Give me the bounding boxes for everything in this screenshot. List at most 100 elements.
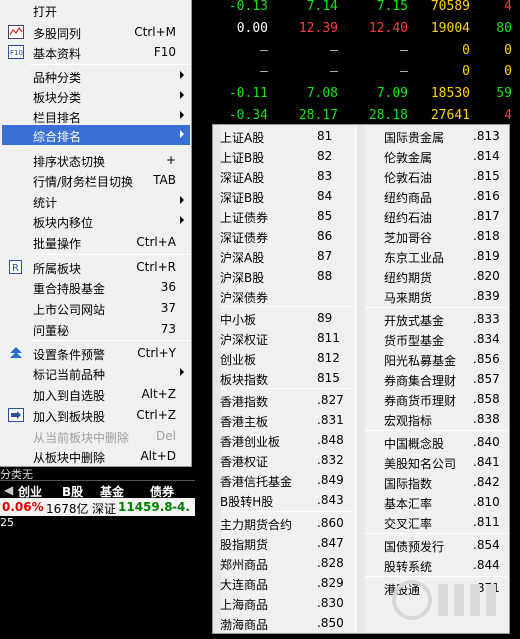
quote-volume: 0 [462, 43, 470, 58]
add-block-icon [8, 408, 24, 422]
menu-item-ask-secretary[interactable]: 问董秘 73 [2, 319, 190, 339]
rank-item-hk-warrant[interactable]: 香港权证 .832 [213, 450, 355, 470]
menu-separator [30, 147, 190, 148]
quote-row[interactable]: -0.13 7.14 7.15 70589 4 [195, 0, 520, 17]
quote-change: 0.00 [236, 21, 268, 36]
rank-item-ldn-metal[interactable]: 伦敦金属 .814 [377, 146, 507, 166]
menu-separator [30, 254, 190, 255]
menu-item-move-in-sector[interactable]: 板块内移位 [2, 211, 190, 231]
rank-item-b-to-h[interactable]: B股转H股 .843 [213, 490, 355, 510]
svg-text:R: R [12, 263, 19, 274]
rank-item-china-concept[interactable]: 中国概念股 .840 [377, 432, 507, 452]
rank-item-dalian[interactable]: 大连商品 .829 [213, 573, 355, 593]
rank-item-sh-b[interactable]: 上证B股 82 [213, 146, 355, 166]
status-index-value: 11459.8 [118, 500, 173, 514]
rank-item-basic-fx[interactable]: 基本汇率 .810 [377, 492, 507, 512]
rank-item-sh-a[interactable]: 上证A股 81 [213, 126, 355, 146]
menu-item-add-watchlist[interactable]: 加入到自选股 Alt+Z [2, 384, 190, 404]
rank-item-hs-a[interactable]: 沪深A股 87 [213, 246, 355, 266]
rank-item-open-fund[interactable]: 开放式基金 .833 [377, 309, 507, 329]
rank-item-warrant[interactable]: 沪深权证 811 [213, 328, 355, 348]
rank-item-ldn-oil[interactable]: 伦敦石油 .815 [377, 166, 507, 186]
quote-current: 4 [504, 108, 512, 123]
rank-item-gem[interactable]: 创业板 812 [213, 348, 355, 368]
menu-separator [365, 533, 507, 534]
quote-volume: 19004 [430, 21, 470, 36]
menu-item-basic-info[interactable]: F10 基本资料 F10 [2, 42, 190, 62]
menu-item-remove-current-sector[interactable]: 从当前板块中删除 Del [2, 426, 190, 446]
rank-item-sz-bond[interactable]: 深证债券 86 [213, 226, 355, 246]
rank-item-hk-trust[interactable]: 香港信托基金 .849 [213, 470, 355, 490]
rank-item-ny-futures[interactable]: 纽约期货 .820 [377, 266, 507, 286]
rank-item-malaysia-futures[interactable]: 马来期货 .839 [377, 286, 507, 306]
rank-item-intl-index[interactable]: 国际指数 .842 [377, 472, 507, 492]
quote-current: 59 [496, 86, 512, 101]
rank-item-money-fund[interactable]: 货币型基金 .834 [377, 329, 507, 349]
menu-item-multi-stock[interactable]: 多股同列 Ctrl+M [2, 22, 190, 42]
rank-item-us-famous[interactable]: 美股知名公司 .841 [377, 452, 507, 472]
rank-item-hs-bond[interactable]: 沪深债券 [213, 286, 355, 306]
menu-item-mark-stock[interactable]: 标记当前品种 [2, 363, 190, 383]
menu-item-column-switch[interactable]: 行情/财务栏目切换 TAB [2, 170, 190, 190]
rank-item-sz-b[interactable]: 深证B股 84 [213, 186, 355, 206]
rank-item-ny-oil[interactable]: 纽约石油 .817 [377, 206, 507, 226]
menu-item-add-sector[interactable]: 加入到板块股 Ctrl+Z [2, 405, 190, 425]
menu-item-company-site[interactable]: 上市公司网站 37 [2, 298, 190, 318]
menu-separator [221, 388, 353, 389]
rank-item-bond-preissue[interactable]: 国债预发行 .854 [377, 535, 507, 555]
rank-item-sh-bond[interactable]: 上证债券 85 [213, 206, 355, 226]
rank-item-index-futures[interactable]: 股指期货 .847 [213, 533, 355, 553]
menu-item-sort-toggle[interactable]: 排序状态切换 + [2, 150, 190, 170]
rank-item-sector-index[interactable]: 板块指数 815 [213, 368, 355, 388]
rank-item-private-fund[interactable]: 阳光私募基金 .856 [377, 349, 507, 369]
quote-row[interactable]: -0.34 28.17 28.18 27641 4 [195, 106, 520, 126]
menu-item-overlap-fund[interactable]: 重合持股基金 36 [2, 277, 190, 297]
rank-item-broker-collective[interactable]: 券商集合理财 .857 [377, 369, 507, 389]
menu-item-sector[interactable]: 板块分类 [2, 86, 190, 106]
rank-item-macro[interactable]: 宏观指标 .838 [377, 409, 507, 429]
rank-item-hk-gem[interactable]: 香港创业板 .848 [213, 430, 355, 450]
quote-current: 0 [504, 43, 512, 58]
rank-item-bohai[interactable]: 渤海商品 .850 [213, 613, 355, 633]
menu-item-remove-sector[interactable]: 从板块中删除 Alt+D [2, 446, 190, 466]
rank-item-broker-money[interactable]: 券商货币理财 .858 [377, 389, 507, 409]
quote-change: -0.34 [228, 108, 268, 123]
quote-volume: 70589 [430, 0, 470, 14]
rank-item-hs-b[interactable]: 沪深B股 88 [213, 266, 355, 286]
rank-item-hk-main[interactable]: 香港主板 .831 [213, 410, 355, 430]
quote-row[interactable]: 0.00 12.39 12.40 19004 80 [195, 19, 520, 39]
menu-item-composite-rank[interactable]: 综合排名 [2, 125, 190, 145]
quote-current: 0 [504, 64, 512, 79]
market-tabs: ◀ 创业 B股 基金 债券 [0, 480, 195, 500]
menu-item-belong-sector[interactable]: R 所属板块 Ctrl+R [2, 257, 190, 277]
rank-item-sz-a[interactable]: 深证A股 83 [213, 166, 355, 186]
menu-item-batch[interactable]: 批量操作 Ctrl+A [2, 232, 190, 252]
quote-bid: – [330, 43, 338, 58]
menu-item-set-alert[interactable]: 设置条件预警 Ctrl+Y [2, 343, 190, 363]
quote-bid: 12.39 [298, 21, 338, 36]
rank-item-zhengzhou[interactable]: 郑州商品 .828 [213, 553, 355, 573]
menu-separator [221, 306, 353, 307]
menu-item-open[interactable]: 打开 [2, 0, 190, 20]
rank-item-intl-metal[interactable]: 国际贵金属 .813 [377, 126, 507, 146]
rank-item-sme[interactable]: 中小板 89 [213, 308, 355, 328]
rank-item-tokyo-industrial[interactable]: 东京工业品 .819 [377, 246, 507, 266]
quote-change: -0.11 [228, 86, 268, 101]
menu-item-column-rank[interactable]: 栏目排名 [2, 106, 190, 126]
rank-item-main-futures[interactable]: 主力期货合约 .860 [213, 513, 355, 533]
rank-item-chicago-grain[interactable]: 芝加哥谷 .818 [377, 226, 507, 246]
rank-item-shanghai[interactable]: 上海商品 .830 [213, 593, 355, 613]
quote-change: – [260, 64, 268, 79]
quote-row[interactable]: – – – 0 0 [195, 62, 520, 82]
menu-separator [30, 64, 190, 65]
rank-item-hk-index[interactable]: 香港指数 .827 [213, 390, 355, 410]
menu-separator [30, 340, 190, 341]
menu-item-category[interactable]: 品种分类 [2, 66, 190, 86]
menu-item-statistics[interactable]: 统计 [2, 191, 190, 211]
submenu-arrow-icon [180, 111, 184, 119]
rank-item-cross-fx[interactable]: 交叉汇率 .811 [377, 512, 507, 532]
tab-arrow-icon[interactable]: ◀ [4, 483, 13, 497]
quote-row[interactable]: – – – 0 0 [195, 41, 520, 61]
quote-row[interactable]: -0.11 7.08 7.09 18530 59 [195, 84, 520, 104]
rank-item-ny-commodity[interactable]: 纽约商品 .816 [377, 186, 507, 206]
